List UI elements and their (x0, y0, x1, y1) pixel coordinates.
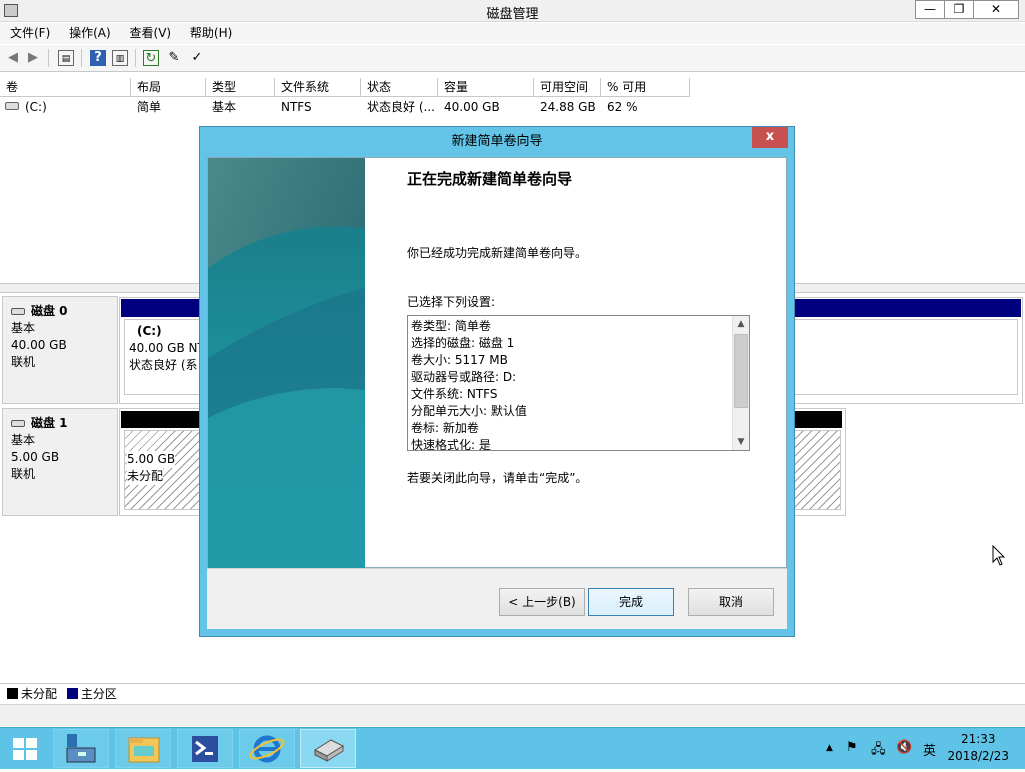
disk-management-taskbar-icon[interactable] (300, 729, 356, 768)
disk-type: 基本 (11, 321, 36, 335)
help-icon[interactable]: ? (90, 50, 106, 66)
clock-time: 21:33 (960, 732, 996, 746)
column-header-filesystem[interactable]: 文件系统 (275, 78, 361, 97)
wizard-heading: 正在完成新建简单卷向导 (407, 170, 573, 188)
legend-unallocated: 未分配 (21, 687, 58, 701)
column-header-free-space[interactable]: 可用空间 (534, 78, 601, 97)
network-icon[interactable]: 🖧 (871, 740, 886, 762)
close-window-button[interactable]: ✕ (973, 0, 1019, 19)
menu-view[interactable]: 查看(V) (130, 23, 172, 44)
cell-percent-free: 62 % (607, 100, 638, 114)
menu-action[interactable]: 操作(A) (69, 23, 111, 44)
primary-partition-swatch (66, 688, 78, 699)
minimize-button[interactable]: — (915, 0, 945, 19)
scroll-down-icon[interactable]: ▼ (733, 434, 749, 450)
setting-line: 快速格式化: 是 (411, 438, 491, 451)
volume-muted-icon[interactable]: 🔇 (896, 740, 912, 755)
cancel-button[interactable]: 取消 (688, 588, 774, 616)
system-clock[interactable]: 21:33 2018/2/23 (947, 731, 1009, 765)
server-manager-taskbar-icon[interactable] (53, 729, 109, 768)
wizard-banner-image (208, 158, 365, 569)
toolbar: ◀ ▶ ▤ ? ▥ ↻ ✎ ✓ (0, 45, 1025, 72)
setting-line: 卷标: 新加卷 (411, 421, 479, 435)
close-hint-text: 若要关闭此向导，请单击“完成”。 (407, 471, 588, 485)
wizard-intro-text: 你已经成功完成新建简单卷向导。 (407, 246, 588, 260)
column-header-volume[interactable]: 卷 (0, 78, 131, 97)
show-hidden-icons-icon[interactable]: ▲ (826, 743, 833, 753)
disk-state: 联机 (11, 355, 36, 369)
cell-free-space: 24.88 GB (540, 100, 596, 114)
column-header-capacity[interactable]: 容量 (438, 78, 534, 97)
settings-scrollbar[interactable]: ▲ ▼ (732, 316, 749, 450)
window-title: 磁盘管理 (486, 7, 539, 22)
dialog-title: 新建简单卷向导 (451, 134, 543, 149)
disk-size: 5.00 GB (11, 450, 60, 464)
input-method-indicator[interactable]: 英 (923, 740, 936, 759)
cell-type: 基本 (212, 100, 237, 114)
setting-line: 驱动器号或路径: D: (411, 370, 517, 384)
legend: 未分配 主分区 (0, 683, 1025, 703)
unallocated-label: 未分配 (127, 468, 164, 485)
disk-icon (11, 420, 25, 427)
disk-state: 联机 (11, 467, 36, 481)
properties-icon[interactable]: ▥ (112, 50, 128, 66)
disk-type: 基本 (11, 433, 36, 447)
back-button[interactable]: < 上一步(B) (499, 588, 585, 616)
console-tree-icon[interactable]: ▤ (58, 50, 74, 66)
back-arrow-icon[interactable]: ◀ (5, 50, 21, 66)
legend-primary: 主分区 (80, 687, 117, 701)
column-header-status[interactable]: 状态 (361, 78, 438, 97)
cell-filesystem: NTFS (281, 100, 312, 114)
setting-line: 卷类型: 简单卷 (411, 319, 491, 333)
setting-line: 选择的磁盘: 磁盘 1 (411, 336, 515, 350)
menu-file[interactable]: 文件(F) (10, 23, 50, 44)
mouse-cursor-icon (992, 544, 1006, 567)
cell-layout: 简单 (137, 100, 162, 114)
scroll-up-icon[interactable]: ▲ (733, 316, 749, 332)
clock-date: 2018/2/23 (947, 749, 1009, 763)
setting-line: 文件系统: NTFS (411, 387, 498, 401)
restore-button[interactable]: ❐ (944, 0, 974, 19)
settings-label: 已选择下列设置: (407, 295, 496, 309)
disk-size: 40.00 GB (11, 338, 67, 352)
status-bar (0, 704, 1025, 726)
finish-button[interactable]: 完成 (588, 588, 674, 616)
cell-capacity: 40.00 GB (444, 100, 500, 114)
cell-status: 状态良好 (... (367, 100, 435, 114)
new-simple-volume-wizard: 新建简单卷向导 x 正在完成新建简单卷向导 你已经成功完成新建简单卷向导。 已选… (199, 126, 795, 637)
file-explorer-taskbar-icon[interactable] (115, 729, 171, 768)
disk-icon (11, 308, 25, 315)
setting-line: 分配单元大小: 默认值 (411, 404, 527, 418)
taskbar: ▲ ⚑ 🖧 🔇 英 21:33 2018/2/23 (0, 727, 1025, 769)
scroll-thumb[interactable] (734, 334, 748, 408)
start-button[interactable] (0, 728, 50, 769)
settings-check-icon[interactable]: ✓ (189, 50, 205, 66)
dialog-close-button[interactable]: x (752, 127, 788, 148)
cell-volume: (C:) (25, 100, 47, 114)
settings-listbox[interactable]: 卷类型: 简单卷 选择的磁盘: 磁盘 1 卷大小: 5117 MB 驱动器号或路… (407, 315, 750, 451)
disk-0-header[interactable]: 磁盘 0 基本 40.00 GB 联机 (2, 296, 118, 404)
setting-line: 卷大小: 5117 MB (411, 353, 508, 367)
dialog-body: 正在完成新建简单卷向导 你已经成功完成新建简单卷向导。 已选择下列设置: 卷类型… (207, 157, 787, 569)
dialog-footer: < 上一步(B) 完成 取消 (207, 568, 787, 629)
disk-name: 磁盘 0 (31, 304, 68, 318)
column-header-type[interactable]: 类型 (206, 78, 275, 97)
action-center-flag-icon[interactable]: ⚑ (846, 740, 858, 755)
menu-bar: 文件(F) 操作(A) 查看(V) 帮助(H) (0, 23, 1025, 44)
column-header-layout[interactable]: 布局 (131, 78, 206, 97)
refresh-icon[interactable]: ↻ (143, 50, 159, 66)
drive-icon (5, 102, 19, 110)
forward-arrow-icon[interactable]: ▶ (25, 50, 41, 66)
powershell-taskbar-icon[interactable] (177, 729, 233, 768)
unallocated-size: 5.00 GB (127, 451, 176, 468)
menu-help[interactable]: 帮助(H) (190, 23, 232, 44)
window-titlebar: 磁盘管理 — ❐ ✕ (0, 0, 1025, 22)
disk-1-header[interactable]: 磁盘 1 基本 5.00 GB 联机 (2, 408, 118, 516)
settings-lines: 卷类型: 简单卷 选择的磁盘: 磁盘 1 卷大小: 5117 MB 驱动器号或路… (411, 318, 527, 451)
rescan-disk-icon[interactable]: ✎ (166, 50, 182, 66)
unallocated-swatch (7, 688, 18, 699)
internet-explorer-taskbar-icon[interactable] (239, 729, 295, 768)
disk-name: 磁盘 1 (31, 416, 68, 430)
column-header-percent-free[interactable]: % 可用 (601, 78, 690, 97)
